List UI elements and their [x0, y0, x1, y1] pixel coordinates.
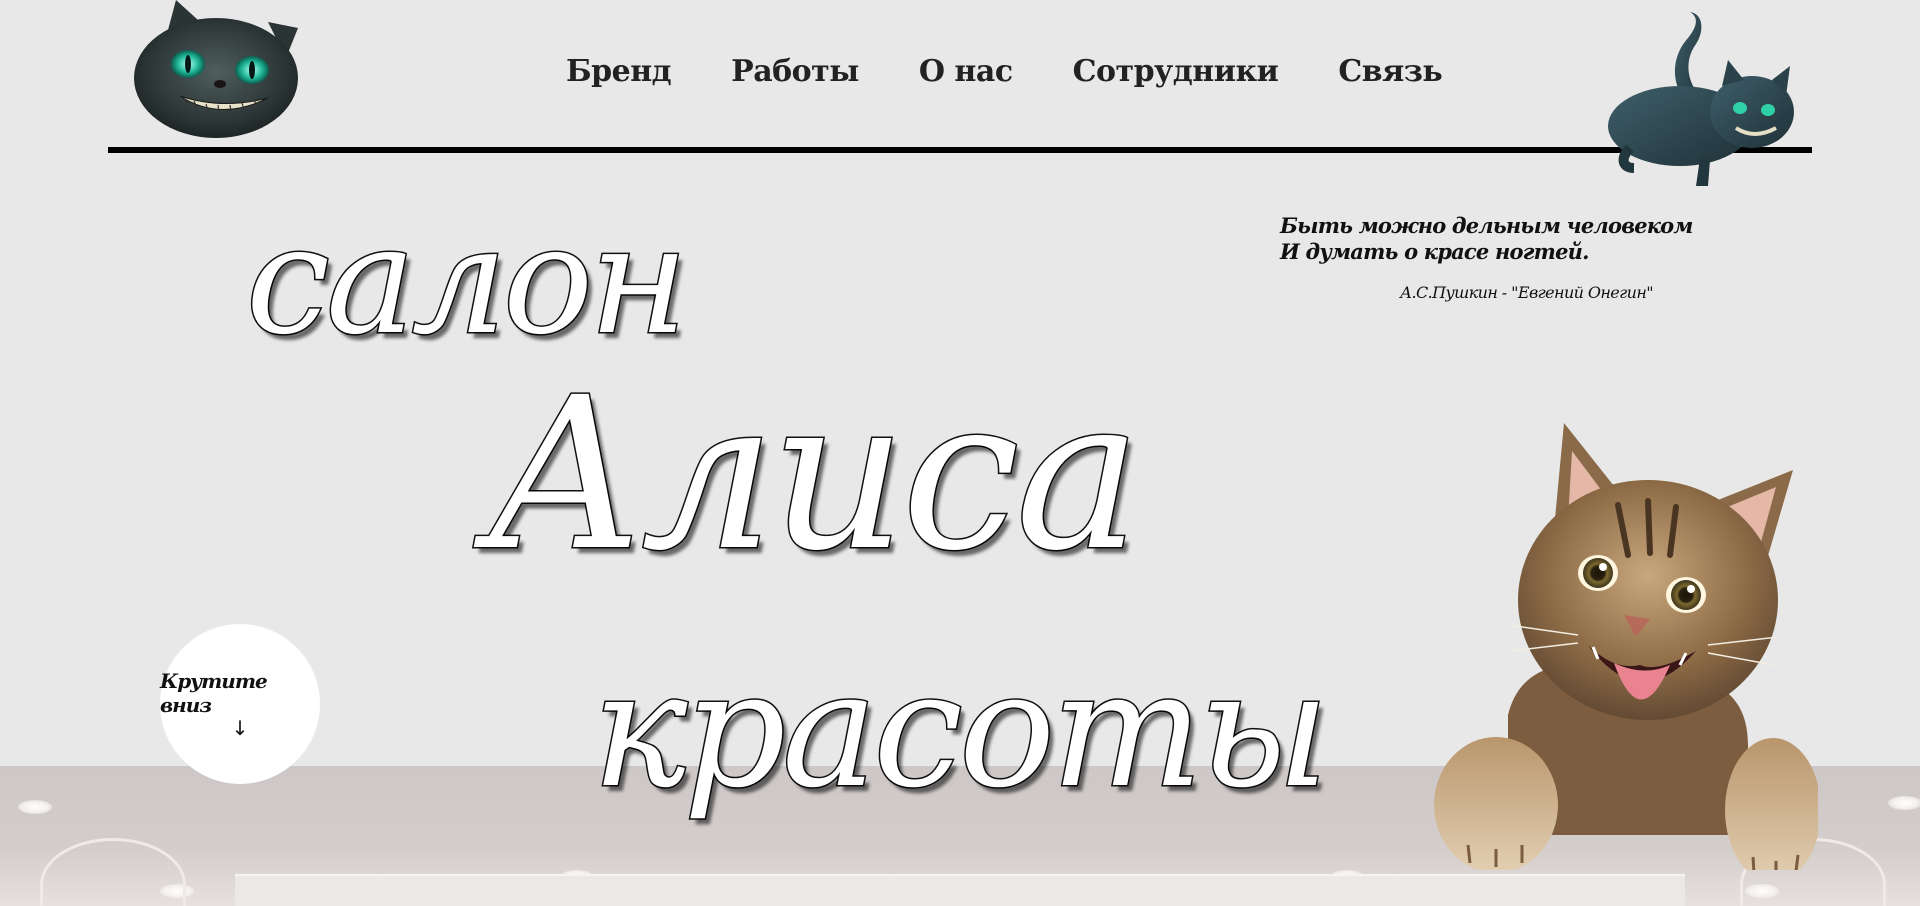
scroll-down-button[interactable]: Крутите вниз ↓	[160, 624, 320, 784]
tabby-kitten-image	[1434, 423, 1818, 870]
nav-item-works[interactable]: Работы	[731, 54, 859, 89]
page: Бренд Работы О нас Сотрудники Связь Быть…	[0, 0, 1920, 906]
site-header: Бренд Работы О нас Сотрудники Связь	[108, 0, 1812, 155]
header-divider	[108, 147, 1812, 153]
cheshire-cat-head-icon[interactable]	[128, 0, 304, 142]
main-nav: Бренд Работы О нас Сотрудники Связь	[566, 54, 1443, 89]
arrow-down-icon: ↓	[231, 716, 249, 740]
headline-salon: салон	[244, 194, 689, 368]
nav-item-brand[interactable]: Бренд	[566, 54, 672, 89]
nav-item-about[interactable]: О нас	[919, 54, 1013, 89]
cheshire-cat-lying-icon	[1608, 12, 1794, 186]
quote-author: А.С.Пушкин - "Евгений Онегин"	[1400, 283, 1654, 302]
scroll-down-label: Крутите вниз	[160, 669, 268, 717]
quote-line-2: И думать о красе ногтей.	[1280, 239, 1589, 264]
nav-item-staff[interactable]: Сотрудники	[1073, 54, 1279, 89]
quote-line-1: Быть можно дельным человеком	[1280, 213, 1693, 238]
pushkin-quote: Быть можно дельным человеком И думать о …	[1280, 213, 1700, 302]
headline-alisa: Алиса	[485, 352, 1143, 597]
nav-item-contact[interactable]: Связь	[1338, 54, 1442, 89]
headline-krasoty: красоты	[590, 636, 1330, 823]
